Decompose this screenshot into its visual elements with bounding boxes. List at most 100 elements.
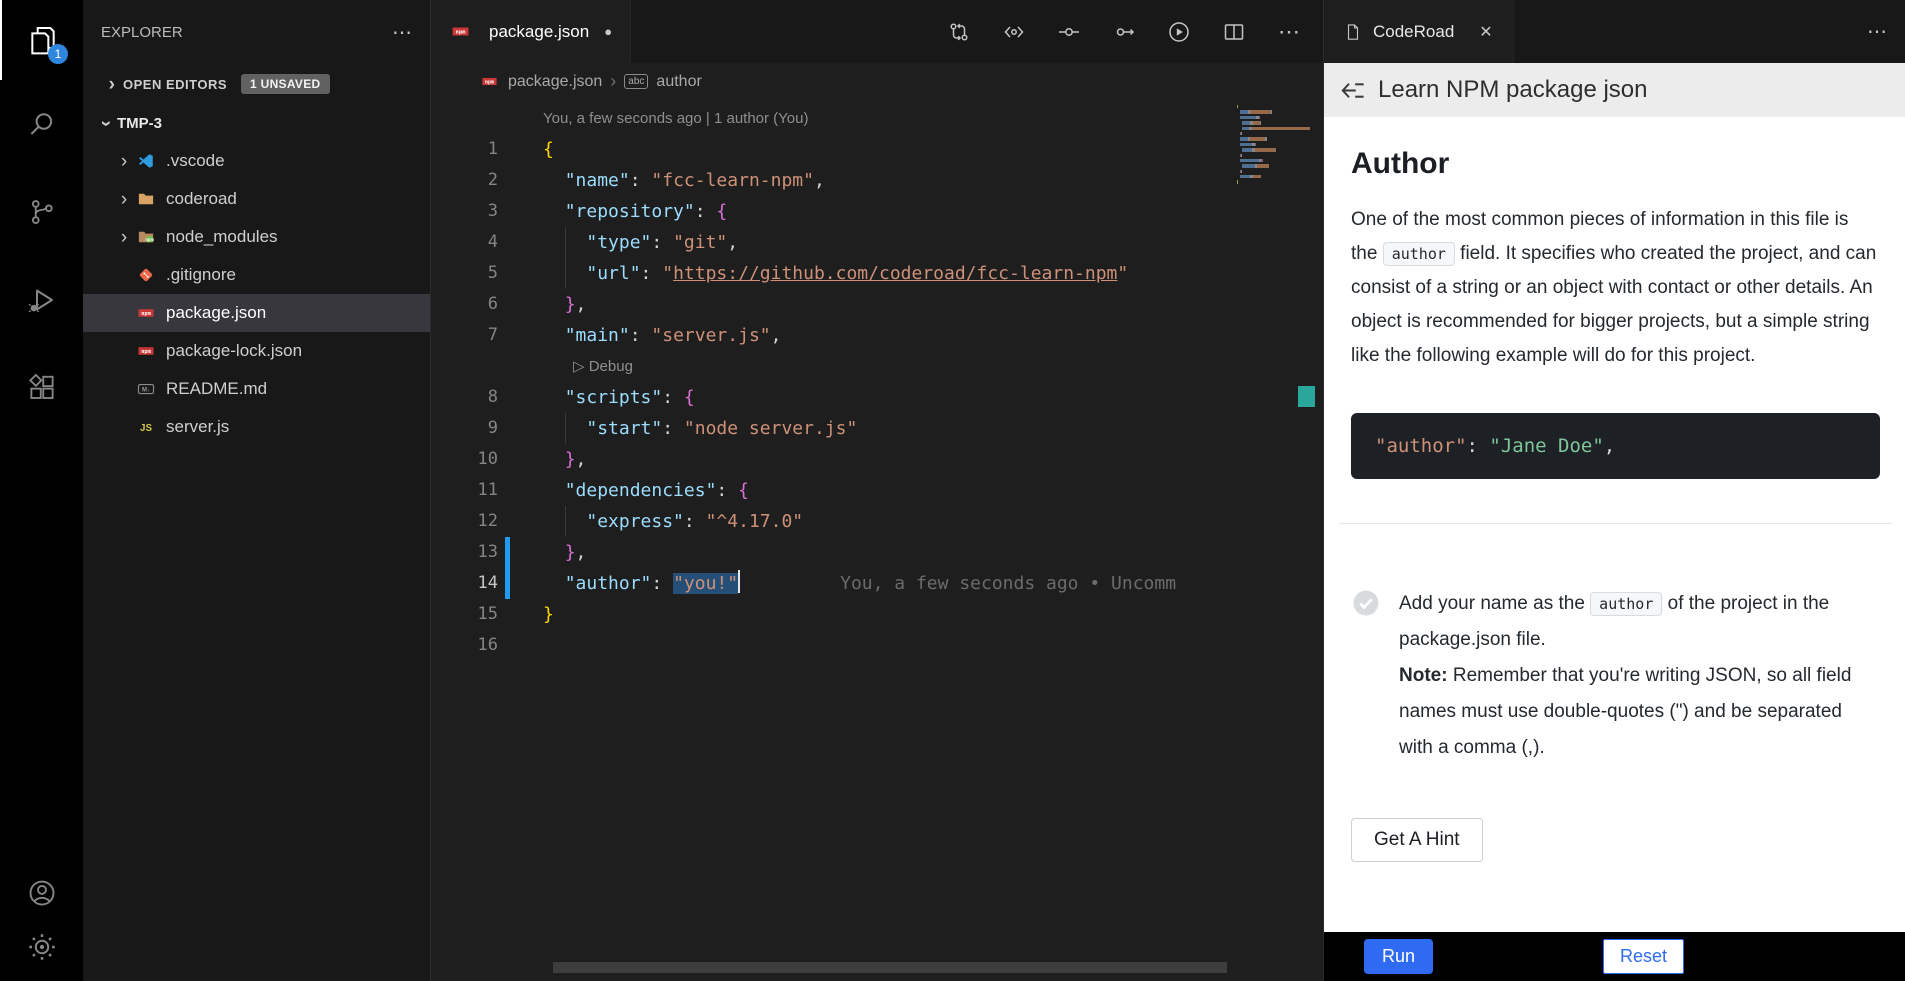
code-line-11[interactable]: 11 "dependencies": { xyxy=(431,475,1323,506)
activity-item-settings[interactable] xyxy=(0,929,83,965)
code-line-13[interactable]: 13 }, xyxy=(431,537,1323,568)
gutter: 13 xyxy=(431,537,543,568)
back-icon[interactable] xyxy=(1338,75,1368,105)
npm-icon: npm xyxy=(449,22,471,41)
npm-icon: npm xyxy=(478,73,500,90)
lesson-content: Author One of the most common pieces of … xyxy=(1324,117,1905,932)
tab-package-json[interactable]: npm package.json ● xyxy=(431,0,631,63)
tree-item-label: package-lock.json xyxy=(166,341,302,361)
activity-item-extensions[interactable] xyxy=(0,344,83,432)
minimap[interactable] xyxy=(1232,103,1323,191)
code-line-9[interactable]: 9 "start": "node server.js" xyxy=(431,413,1323,444)
code-line-2[interactable]: 2 "name": "fcc-learn-npm", xyxy=(431,165,1323,196)
panel-footer: Run Reset xyxy=(1324,932,1905,981)
tree-item-.vscode[interactable]: ›.vscode xyxy=(83,142,430,180)
tree-item-README.md[interactable]: M↓README.md xyxy=(83,370,430,408)
tree-item-package-lock.json[interactable]: npmpackage-lock.json xyxy=(83,332,430,370)
minimap-line xyxy=(1237,164,1321,167)
explorer-badge: 1 xyxy=(48,44,68,64)
chevron-right-icon: › xyxy=(113,228,135,247)
code-text: }, xyxy=(543,537,586,568)
gutter: 3 xyxy=(431,196,543,227)
run-circle-icon[interactable] xyxy=(1167,20,1191,44)
line-number: 11 xyxy=(431,475,498,506)
tree-item-.gitignore[interactable]: .gitignore xyxy=(83,256,430,294)
minimap-line xyxy=(1237,127,1321,130)
chevron-right-icon: › xyxy=(101,75,123,94)
close-icon[interactable]: ✕ xyxy=(1479,22,1492,42)
tree-item-coderoad[interactable]: ›coderoad xyxy=(83,180,430,218)
code-rows: 1{2 "name": "fcc-learn-npm",3 "repositor… xyxy=(431,134,1323,661)
commit-icon[interactable] xyxy=(1057,20,1081,44)
codelens-debug[interactable]: ▷ Debug xyxy=(431,351,1323,382)
minimap-line xyxy=(1237,110,1321,113)
code-line-14[interactable]: 14 "author": "you!"You, a few seconds ag… xyxy=(431,568,1323,599)
tree-item-package.json[interactable]: npmpackage.json xyxy=(83,294,430,332)
minimap-line xyxy=(1237,175,1321,178)
code-line-3[interactable]: 3 "repository": { xyxy=(431,196,1323,227)
code-text: "author": "you!"You, a few seconds ago •… xyxy=(543,568,1176,599)
open-changes-icon[interactable] xyxy=(1002,20,1026,44)
get-a-hint-button[interactable]: Get A Hint xyxy=(1351,818,1483,862)
code-line-6[interactable]: 6 }, xyxy=(431,289,1323,320)
code-line-8[interactable]: 8 "scripts": { xyxy=(431,382,1323,413)
svg-text:npm: npm xyxy=(455,30,466,36)
horizontal-scrollbar[interactable] xyxy=(553,962,1227,973)
gutter: 15 xyxy=(431,599,543,630)
open-editors-section[interactable]: › OPEN EDITORS 1 UNSAVED xyxy=(83,64,430,104)
explorer-sidebar: EXPLORER ⋯ › OPEN EDITORS 1 UNSAVED › TM… xyxy=(83,0,431,981)
inline-code: author xyxy=(1590,592,1662,616)
svg-text:JS: JS xyxy=(140,423,152,434)
code-line-1[interactable]: 1{ xyxy=(431,134,1323,165)
dirty-indicator[interactable]: ● xyxy=(604,24,612,39)
code-text: }, xyxy=(543,444,586,475)
run-button[interactable]: Run xyxy=(1364,939,1433,974)
code-line-15[interactable]: 15} xyxy=(431,599,1323,630)
reset-button[interactable]: Reset xyxy=(1603,939,1684,974)
activity-item-explorer[interactable]: 1 xyxy=(0,0,83,80)
svg-text:npm: npm xyxy=(485,79,494,85)
indent-guide xyxy=(565,227,566,258)
codelens-authors[interactable]: You, a few seconds ago | 1 author (You) xyxy=(543,103,1323,134)
git-icon xyxy=(135,266,157,284)
editor-tab-bar: npm package.json ● xyxy=(431,0,1323,63)
code-text: "express": "^4.17.0" xyxy=(543,506,803,537)
code-line-12[interactable]: 12 "express": "^4.17.0" xyxy=(431,506,1323,537)
tree-root-label: TMP-3 xyxy=(117,115,162,132)
code-line-7[interactable]: 7 "main": "server.js", xyxy=(431,320,1323,351)
tab-coderoad[interactable]: CodeRoad ✕ xyxy=(1324,0,1514,63)
split-editor-icon[interactable] xyxy=(1222,20,1246,44)
account-icon xyxy=(27,878,57,908)
line-number: 3 xyxy=(431,196,498,227)
vscode-icon xyxy=(135,152,157,170)
code-text: "name": "fcc-learn-npm", xyxy=(543,165,825,196)
code-line-10[interactable]: 10 }, xyxy=(431,444,1323,475)
code-editor[interactable]: You, a few seconds ago | 1 author (You) … xyxy=(431,100,1323,981)
code-line-16[interactable]: 16 xyxy=(431,630,1323,661)
activity-item-account[interactable] xyxy=(0,875,83,911)
line-number: 6 xyxy=(431,289,498,320)
settings-gear-icon xyxy=(27,932,57,962)
file-icon xyxy=(1344,23,1362,41)
code-line-5[interactable]: 5 "url": "https://github.com/coderoad/fc… xyxy=(431,258,1323,289)
panel-more-actions-icon[interactable]: ⋯ xyxy=(1867,0,1887,63)
activity-item-run-debug[interactable] xyxy=(0,256,83,344)
activity-item-search[interactable] xyxy=(0,80,83,168)
gutter: 10 xyxy=(431,444,543,475)
activity-item-source-control[interactable] xyxy=(0,168,83,256)
commit-forward-icon[interactable] xyxy=(1112,20,1136,44)
chevron-right-icon: › xyxy=(113,190,135,209)
tree-item-node_modules[interactable]: ›npmnode_modules xyxy=(83,218,430,256)
more-actions-icon[interactable]: ⋯ xyxy=(1277,20,1301,44)
line-number: 7 xyxy=(431,320,498,351)
tree-item-server.js[interactable]: JSserver.js xyxy=(83,408,430,446)
sidebar-more-actions-icon[interactable]: ⋯ xyxy=(392,20,412,45)
lesson-title: Learn NPM package json xyxy=(1378,76,1647,104)
tab-label: package.json xyxy=(489,22,589,42)
compare-changes-icon[interactable] xyxy=(947,20,971,44)
tree-root-tmp-3[interactable]: › TMP-3 xyxy=(83,104,430,142)
breadcrumb-symbol[interactable]: author xyxy=(656,73,701,91)
breadcrumb-file[interactable]: package.json xyxy=(508,73,602,91)
code-line-4[interactable]: 4 "type": "git", xyxy=(431,227,1323,258)
node-modules-folder-icon: npm xyxy=(135,228,157,246)
